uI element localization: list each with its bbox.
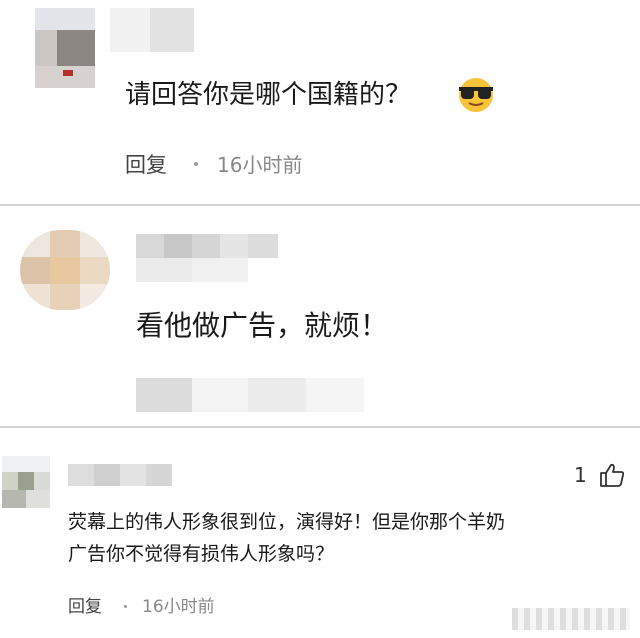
comment-text: 看他做广告，就烦！ <box>136 309 389 342</box>
timestamp: 16小时前 <box>217 153 303 177</box>
watermark <box>512 608 630 630</box>
username[interactable] <box>68 464 172 486</box>
reply-button[interactable]: 回复 <box>125 150 167 180</box>
comment-3: 1 荧幕上的伟人形象很到位，演得好！但是你那个羊奶 广告你不觉得有损伟人形象吗？… <box>0 428 640 638</box>
sunglasses-emoji-icon <box>454 75 498 115</box>
avatar[interactable] <box>2 456 50 508</box>
comment-text: 荧幕上的伟人形象很到位，演得好！但是你那个羊奶 广告你不觉得有损伟人形象吗？ <box>68 506 640 570</box>
comment-text-line-1: 荧幕上的伟人形象很到位，演得好！但是你那个羊奶 <box>68 511 506 533</box>
comment-text-line-2: 广告你不觉得有损伟人形象吗？ <box>68 543 335 565</box>
comment-1: 请回答你是哪个国籍的？ 回复 16小时前 <box>0 0 640 205</box>
avatar[interactable] <box>20 230 110 310</box>
avatar[interactable] <box>35 8 95 88</box>
comment-text: 请回答你是哪个国籍的？ <box>125 80 412 110</box>
comment-2: 看他做广告，就烦！ <box>0 206 640 426</box>
timestamp: 16小时前 <box>142 597 215 617</box>
username[interactable] <box>110 8 194 52</box>
username[interactable] <box>136 234 278 282</box>
reply-button[interactable]: 回复 <box>68 594 102 620</box>
thumbs-up-icon[interactable] <box>598 462 626 488</box>
separator-dot <box>194 162 198 166</box>
reply-time-row <box>136 378 364 412</box>
like-count: 1 <box>574 463 587 487</box>
separator-dot <box>124 605 127 608</box>
